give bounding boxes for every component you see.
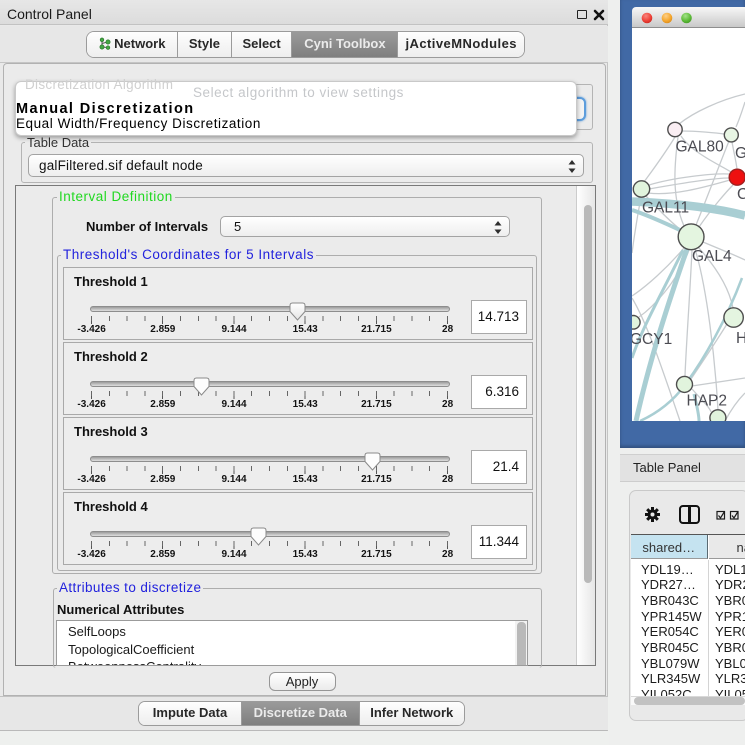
svg-text:GAL11: GAL11	[642, 200, 689, 217]
svg-text:CY: CY	[737, 186, 745, 203]
svg-text:GA: GA	[735, 145, 745, 162]
svg-text:H: H	[736, 330, 745, 347]
svg-text:GCY1: GCY1	[632, 331, 672, 348]
svg-text:HAP2: HAP2	[687, 393, 728, 410]
svg-text:GAL80: GAL80	[676, 139, 725, 156]
svg-text:GAL4: GAL4	[692, 248, 732, 265]
